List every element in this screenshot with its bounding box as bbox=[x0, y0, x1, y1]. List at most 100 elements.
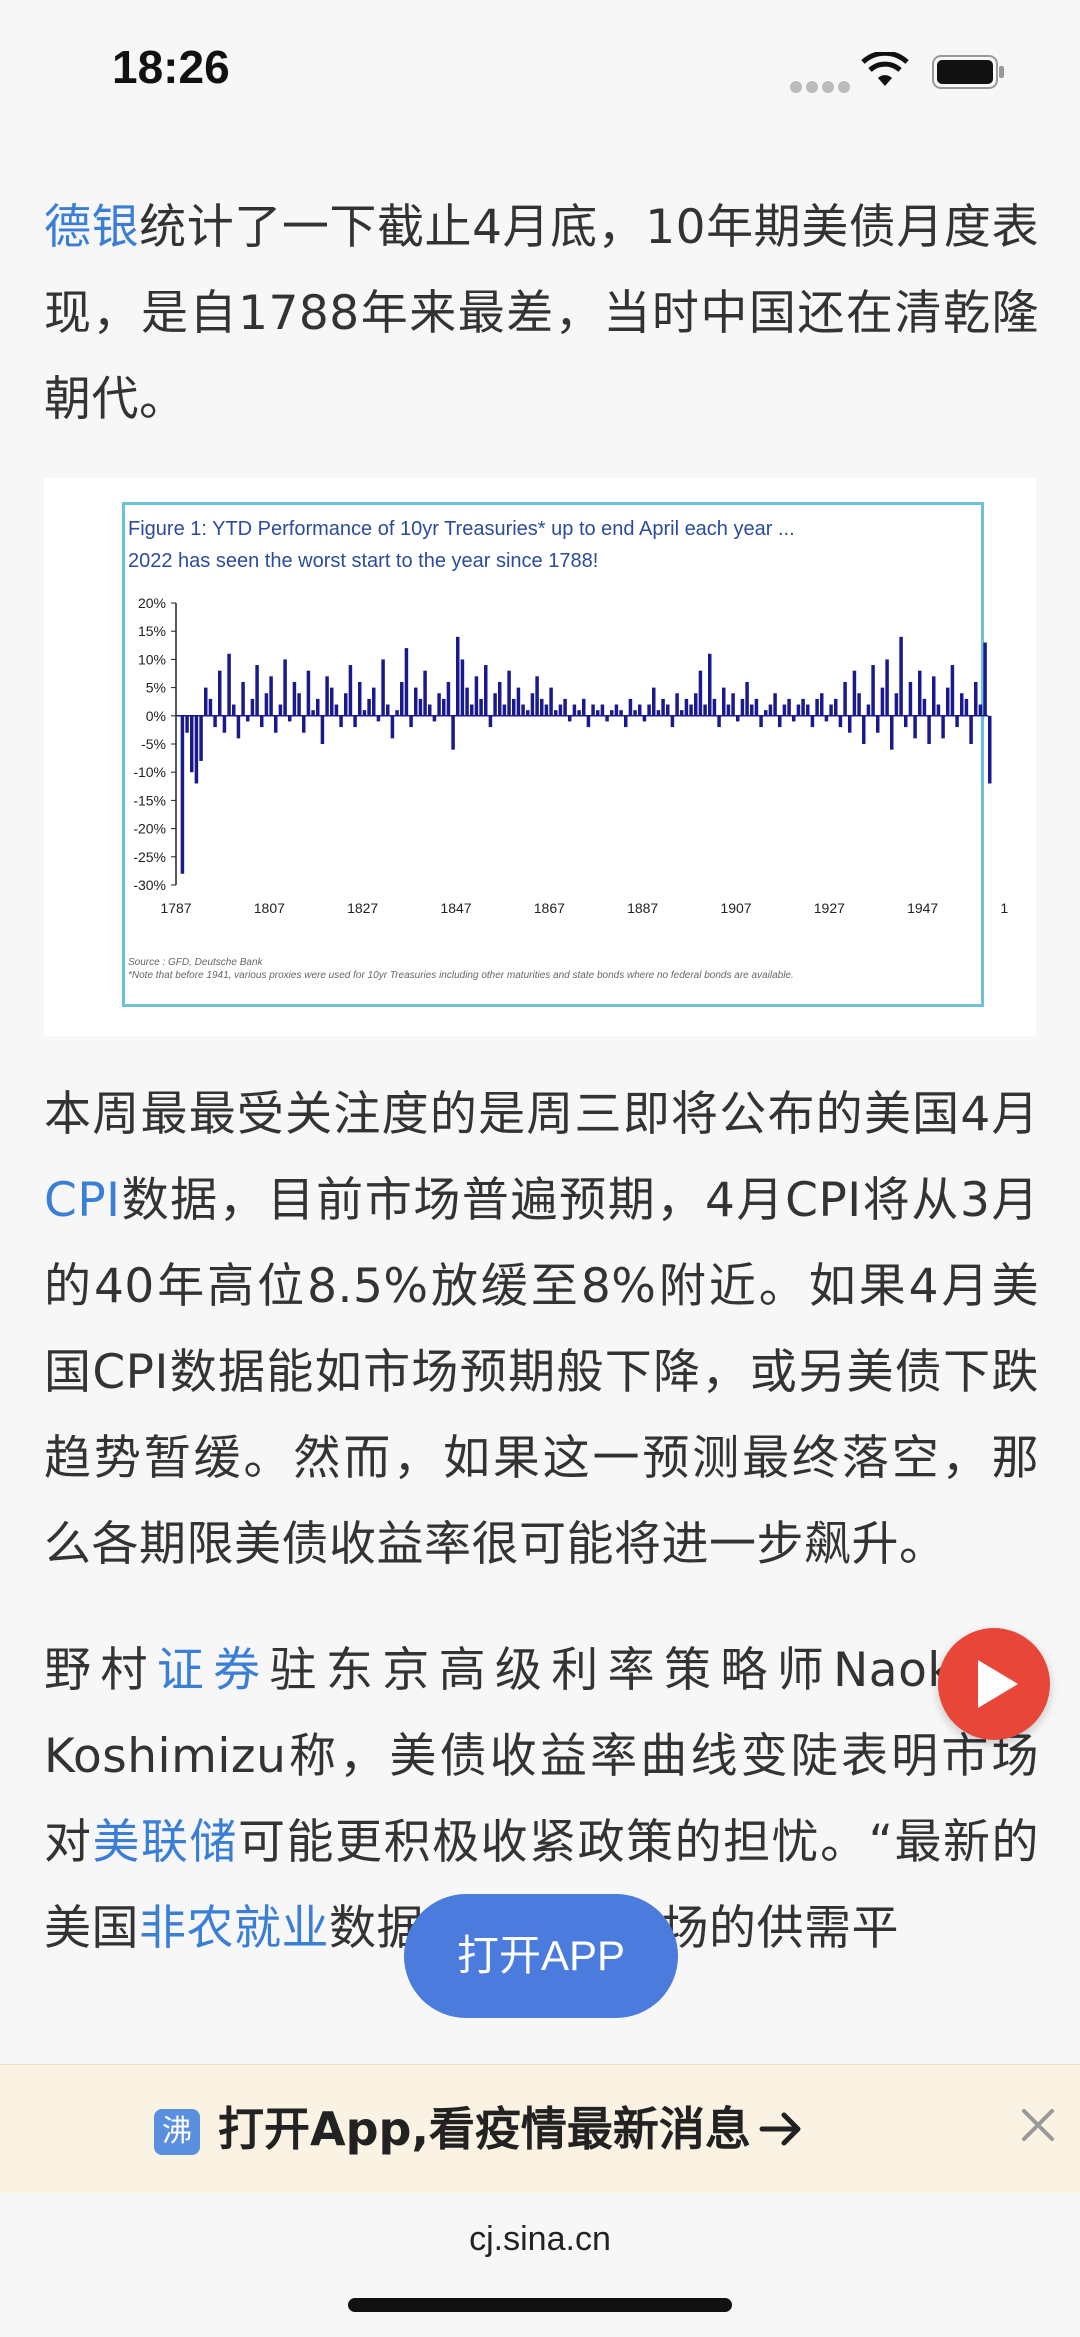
x-tick-label: 1907 bbox=[720, 900, 751, 916]
bar bbox=[512, 698, 516, 716]
bar bbox=[829, 704, 833, 716]
battery-icon bbox=[932, 55, 1004, 89]
bar bbox=[890, 715, 894, 750]
home-indicator[interactable] bbox=[348, 2298, 732, 2312]
close-icon[interactable] bbox=[1018, 2105, 1058, 2145]
bar-chart: 20% 15% 10% 5% 0% -5% -10% -15% -20% -25% -30% 1787… bbox=[133, 595, 1008, 916]
bar bbox=[974, 681, 978, 716]
bar bbox=[698, 670, 703, 716]
bar bbox=[764, 710, 768, 716]
bar bbox=[913, 715, 917, 739]
bar bbox=[414, 687, 418, 716]
article-body: 德银统计了一下截止4月底，10年期美债月度表现，是自1788年来最差，当时中国还… bbox=[44, 185, 1039, 443]
bar bbox=[750, 704, 754, 716]
bar bbox=[941, 715, 945, 739]
bar bbox=[362, 710, 367, 716]
chart-title: Figure 1: YTD Performance of 10yr Treasu… bbox=[128, 513, 968, 577]
bar bbox=[656, 710, 661, 716]
bar bbox=[460, 659, 465, 716]
bar bbox=[675, 693, 679, 716]
banner-text[interactable]: 打开App,看疫情最新消息 bbox=[218, 2099, 751, 2159]
bar bbox=[614, 704, 619, 716]
x-tick-label: 1847 bbox=[440, 900, 471, 916]
bar bbox=[316, 698, 320, 716]
bar bbox=[194, 715, 199, 784]
link-fed[interactable]: 美联储 bbox=[93, 1815, 239, 1870]
bar bbox=[969, 715, 973, 744]
bar bbox=[311, 710, 315, 716]
paragraph-text: 野村 bbox=[44, 1643, 157, 1698]
bar bbox=[899, 636, 903, 716]
bar bbox=[372, 687, 376, 716]
bar bbox=[717, 715, 721, 728]
bar bbox=[922, 698, 927, 716]
bar bbox=[806, 704, 810, 716]
bar bbox=[778, 715, 782, 728]
bar bbox=[988, 715, 992, 784]
signal-icon bbox=[790, 78, 854, 97]
bar bbox=[619, 710, 623, 716]
link-deutsche-bank[interactable]: 德银 bbox=[44, 200, 139, 255]
bar bbox=[320, 715, 325, 744]
bar bbox=[185, 715, 189, 733]
bar bbox=[241, 681, 245, 716]
bar bbox=[213, 715, 217, 728]
bar bbox=[838, 715, 843, 728]
x-tick-label: 1827 bbox=[347, 900, 378, 916]
bar bbox=[950, 665, 955, 716]
bar bbox=[936, 704, 941, 716]
link-securities[interactable]: 证券 bbox=[157, 1643, 270, 1698]
bar bbox=[264, 693, 269, 716]
bar bbox=[628, 698, 633, 716]
bar bbox=[325, 676, 329, 716]
bar bbox=[208, 698, 213, 716]
promo-banner[interactable]: 沸 打开App,看疫情最新消息 bbox=[0, 2064, 1080, 2193]
bar bbox=[694, 693, 698, 716]
bar bbox=[960, 693, 964, 716]
bar bbox=[269, 676, 273, 716]
bar bbox=[871, 665, 875, 716]
wifi-icon bbox=[861, 52, 909, 86]
bar bbox=[596, 710, 600, 716]
y-tick-label: 10% bbox=[138, 651, 166, 667]
y-tick-label: -25% bbox=[133, 849, 166, 865]
bar bbox=[358, 681, 362, 716]
bar bbox=[591, 704, 595, 716]
bar bbox=[493, 693, 497, 716]
y-tick-label: -10% bbox=[133, 764, 166, 780]
x-tick-label: 1867 bbox=[534, 900, 565, 916]
bar bbox=[428, 704, 432, 716]
bar bbox=[446, 681, 451, 716]
bar bbox=[862, 715, 866, 744]
open-app-button[interactable]: 打开APP bbox=[404, 1894, 678, 2018]
y-tick-label: -30% bbox=[133, 877, 166, 893]
bar bbox=[712, 698, 717, 716]
y-tick-label: 5% bbox=[146, 680, 166, 696]
bar bbox=[381, 659, 385, 716]
bar bbox=[670, 715, 675, 728]
status-bar: 18:26 bbox=[0, 0, 1080, 130]
link-cpi[interactable]: CPI bbox=[44, 1173, 121, 1228]
bar bbox=[647, 704, 651, 716]
arrow-right-icon bbox=[759, 2112, 801, 2146]
bar bbox=[638, 704, 642, 716]
bar bbox=[792, 715, 796, 722]
chart-title-line-1: Figure 1: YTD Performance of 10yr Treasu… bbox=[128, 518, 795, 540]
bar bbox=[288, 715, 292, 722]
link-nonfarm[interactable]: 非农就业 bbox=[139, 1901, 329, 1956]
chart-source-line: Source : GFD, Deutsche Bank bbox=[128, 957, 263, 968]
play-video-button[interactable] bbox=[938, 1628, 1050, 1740]
bar bbox=[610, 710, 614, 716]
bar bbox=[600, 704, 605, 716]
bar bbox=[605, 715, 609, 722]
bar bbox=[661, 698, 665, 716]
bar bbox=[843, 681, 847, 716]
bar bbox=[549, 687, 553, 716]
bar bbox=[465, 687, 469, 716]
bar bbox=[652, 687, 656, 716]
bar bbox=[722, 687, 726, 716]
bar bbox=[633, 710, 637, 716]
chart-title-line-2: 2022 has seen the worst start to the yea… bbox=[128, 550, 599, 572]
bar bbox=[246, 715, 250, 722]
bar bbox=[558, 704, 563, 716]
